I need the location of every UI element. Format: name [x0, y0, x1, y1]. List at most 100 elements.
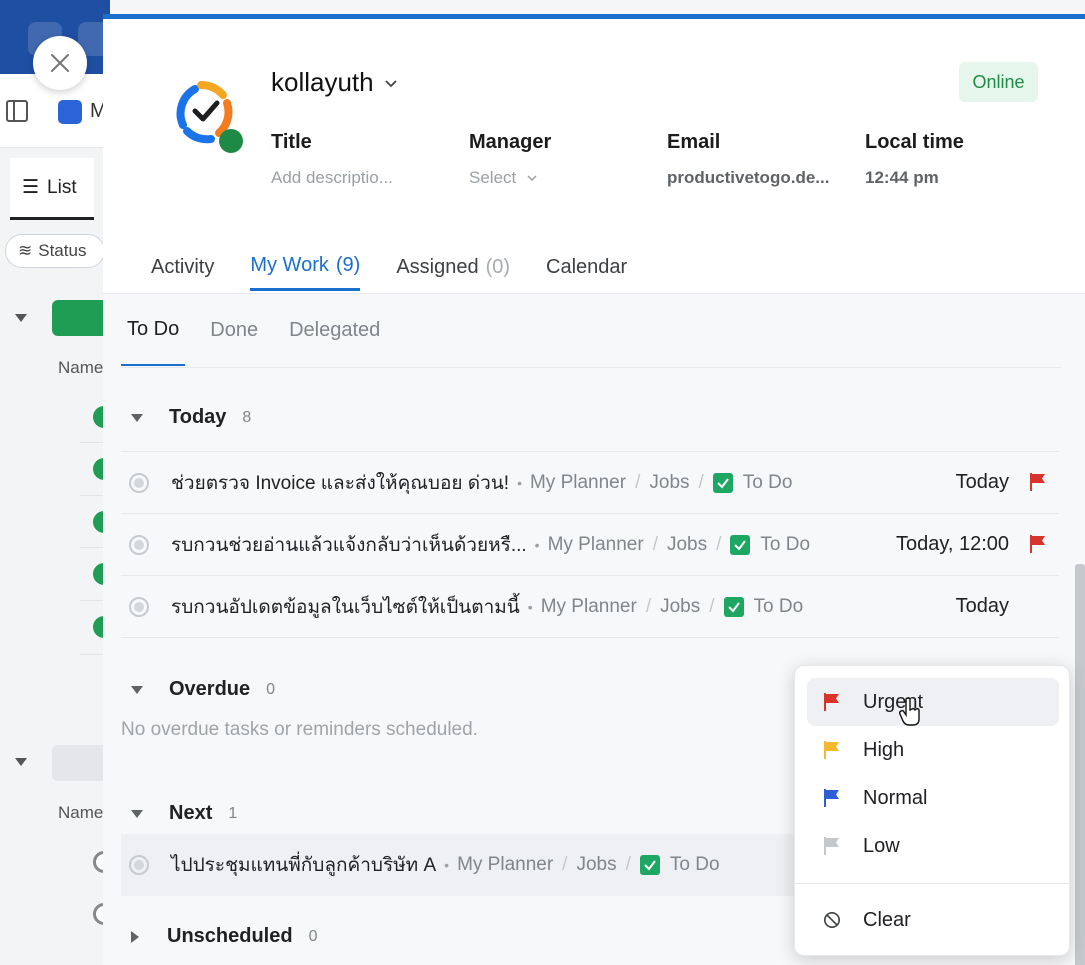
task-status[interactable]: To Do — [760, 534, 810, 556]
tab-count: (9) — [335, 254, 361, 276]
title-label: Title — [271, 131, 312, 153]
task-status[interactable]: To Do — [743, 472, 793, 494]
username: kollayuth — [271, 67, 374, 97]
profile-tabs: Activity My Work (9) Assigned (0) Calend… — [133, 243, 645, 293]
tab-label: Assigned — [396, 255, 479, 278]
list-view-tab[interactable]: ☰ List — [10, 158, 94, 220]
breadcrumb-separator: / — [645, 595, 652, 617]
task-row-partial[interactable] — [121, 438, 1059, 452]
local-time-field: Local time 12:44 pm — [865, 131, 964, 188]
task-row[interactable]: รบกวนช่วยอ่านแล้วแจ้งกลับว่าเห็นด้วยหรื.… — [121, 514, 1059, 576]
clear-icon — [823, 911, 841, 929]
option-label: Normal — [863, 786, 928, 809]
task-planner[interactable]: My Planner — [541, 596, 637, 618]
subtab-todo[interactable]: To Do — [121, 294, 186, 366]
layers-icon: ≋ — [18, 241, 33, 260]
title-field: Title Add descriptio... — [271, 131, 393, 188]
status-chip-label: Status — [38, 241, 87, 260]
manager-select-value: Select — [469, 168, 517, 187]
column-header-name: Name — [58, 803, 104, 822]
priority-option-urgent[interactable]: Urgent — [807, 678, 1059, 726]
task-due-date[interactable]: Today, 12:00 — [896, 533, 1009, 556]
tab-calendar[interactable]: Calendar — [528, 243, 645, 291]
priority-option-low[interactable]: Low — [807, 822, 1059, 870]
section-label: Overdue — [169, 678, 251, 700]
checkbox-icon — [712, 472, 733, 493]
background-app: M ☰ List ≋ Status Name Name — [0, 0, 110, 965]
high-flag-icon — [824, 741, 839, 759]
task-due-date[interactable]: Today — [956, 471, 1009, 494]
tab-activity[interactable]: Activity — [133, 243, 232, 291]
subtab-done[interactable]: Done — [204, 294, 264, 366]
urgent-flag-icon[interactable] — [1029, 534, 1047, 554]
task-status[interactable]: To Do — [670, 854, 720, 876]
section-next-toggle[interactable]: Next 1 — [131, 802, 237, 825]
email-label: Email — [667, 131, 721, 153]
task-status[interactable]: To Do — [754, 596, 804, 618]
option-label: Clear — [863, 908, 911, 931]
section-count: 8 — [242, 408, 252, 426]
column-header-name: Name — [58, 358, 104, 377]
scrollbar[interactable] — [1075, 564, 1085, 965]
close-icon — [51, 54, 69, 72]
breadcrumb-separator: / — [562, 854, 568, 875]
group-collapse-icon[interactable] — [15, 314, 27, 322]
chevron-down-icon — [527, 175, 537, 182]
manager-select[interactable]: Select — [469, 168, 551, 188]
bullet-separator: • — [444, 857, 450, 873]
checkbox-icon — [723, 596, 744, 617]
subtab-delegated[interactable]: Delegated — [283, 294, 386, 366]
status-filter-chip[interactable]: ≋ Status — [5, 234, 105, 268]
group-collapse-icon[interactable] — [15, 758, 27, 766]
task-planner[interactable]: My Planner — [530, 472, 626, 494]
caret-down-icon — [131, 809, 143, 818]
section-unscheduled-toggle[interactable]: Unscheduled 0 — [131, 925, 317, 948]
task-list[interactable]: Jobs — [649, 472, 689, 494]
group-pill — [52, 745, 110, 781]
task-list[interactable]: Jobs — [660, 596, 700, 618]
username-dropdown[interactable]: kollayuth — [271, 67, 398, 98]
section-overdue-toggle[interactable]: Overdue 0 — [131, 678, 275, 701]
option-label: High — [863, 738, 905, 761]
normal-flag-icon — [824, 789, 839, 807]
task-row[interactable]: รบกวนอัปเดตข้อมูลในเว็บไซต์ให้เป็นตามนี้… — [121, 576, 1059, 638]
caret-right-icon — [131, 930, 139, 943]
breadcrumb-separator: / — [698, 471, 704, 493]
priority-option-normal[interactable]: Normal — [807, 774, 1059, 822]
tab-my-work[interactable]: My Work (9) — [250, 243, 361, 291]
title-input[interactable]: Add descriptio... — [271, 168, 393, 188]
breadcrumb-separator: / — [709, 595, 715, 617]
section-today-toggle[interactable]: Today 8 — [131, 406, 251, 429]
profile-header: kollayuth Online Title Add descriptio...… — [103, 19, 1085, 239]
divider — [795, 883, 1071, 884]
priority-clear-button[interactable]: Clear — [807, 896, 1059, 944]
task-title[interactable]: รบกวนอัปเดตข้อมูลในเว็บไซต์ให้เป็นตามนี้ — [171, 592, 520, 622]
sidebar-toggle-icon[interactable] — [6, 100, 28, 122]
email-value[interactable]: productivetogo.de... — [667, 168, 829, 188]
list-tab-label: List — [47, 176, 77, 198]
tab-assigned[interactable]: Assigned (0) — [378, 243, 528, 291]
urgent-flag-icon[interactable] — [1029, 472, 1047, 492]
task-title[interactable]: รบกวนช่วยอ่านแล้วแจ้งกลับว่าเห็นด้วยหรื.… — [171, 530, 527, 560]
low-flag-icon — [824, 837, 839, 855]
tab-count: (0) — [485, 255, 511, 278]
task-complete-toggle[interactable] — [129, 472, 149, 493]
task-list[interactable]: Jobs — [667, 534, 707, 556]
task-complete-toggle[interactable] — [129, 534, 149, 555]
close-button[interactable] — [33, 36, 87, 90]
task-list[interactable]: Jobs — [576, 854, 616, 876]
task-row[interactable]: ช่วยตรวจ Invoice และส่งให้คุณบอย ด่วน! •… — [121, 452, 1059, 514]
task-due-date[interactable]: Today — [956, 595, 1009, 618]
priority-option-high[interactable]: High — [807, 726, 1059, 774]
bullet-separator: • — [517, 474, 522, 491]
tab-label: Calendar — [546, 255, 628, 278]
task-title[interactable]: ช่วยตรวจ Invoice และส่งให้คุณบอย ด่วน! — [171, 468, 509, 498]
task-complete-toggle[interactable] — [129, 855, 149, 875]
task-complete-toggle[interactable] — [129, 596, 149, 617]
task-planner[interactable]: My Planner — [457, 854, 553, 876]
priority-menu: Urgent High Normal Low Clear — [794, 665, 1071, 956]
status-badge: Online — [959, 62, 1038, 102]
manager-label: Manager — [469, 131, 552, 153]
task-title[interactable]: ไปประชุมแทนพี่กับลูกค้าบริษัท A — [171, 850, 436, 880]
task-planner[interactable]: My Planner — [548, 534, 644, 556]
